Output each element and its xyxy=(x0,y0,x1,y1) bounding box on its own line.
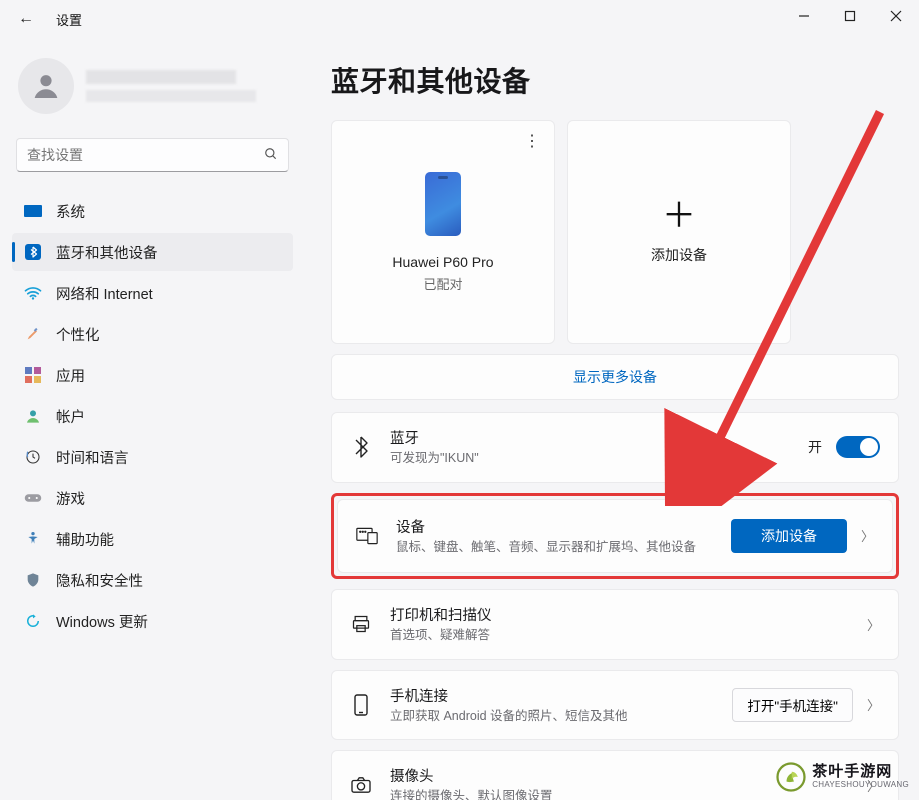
sidebar-item-accessibility[interactable]: 辅助功能 xyxy=(12,520,293,558)
chevron-right-icon: 〉 xyxy=(867,695,880,714)
bluetooth-icon xyxy=(24,243,42,261)
accessibility-icon xyxy=(24,530,42,548)
watermark-en: CHAYESHOUYOUWANG xyxy=(812,781,909,790)
bluetooth-toggle-label: 开 xyxy=(808,437,822,457)
wifi-icon xyxy=(24,284,42,302)
bluetooth-sub: 可发现为"IKUN" xyxy=(390,450,790,468)
device-cards: ⋮ Huawei P60 Pro 已配对 ＋ 添加设备 xyxy=(331,120,899,344)
bluetooth-row[interactable]: 蓝牙 可发现为"IKUN" 开 xyxy=(331,412,899,483)
gamepad-icon xyxy=(24,489,42,507)
plus-icon: ＋ xyxy=(662,199,696,233)
bluetooth-toggle[interactable] xyxy=(836,436,880,458)
search-input[interactable] xyxy=(27,147,264,163)
printers-title: 打印机和扫描仪 xyxy=(390,604,849,625)
device-status: 已配对 xyxy=(423,274,462,293)
sidebar-label: 应用 xyxy=(56,365,85,386)
avatar xyxy=(18,58,74,114)
bluetooth-title: 蓝牙 xyxy=(390,427,790,448)
sidebar-item-time[interactable]: 时间和语言 xyxy=(12,438,293,476)
watermark-logo xyxy=(776,762,806,792)
chevron-right-icon: 〉 xyxy=(861,526,874,545)
devices-icon xyxy=(356,527,378,545)
printers-row[interactable]: 打印机和扫描仪 首选项、疑难解答 〉 xyxy=(331,589,899,660)
sidebar-label: 辅助功能 xyxy=(56,529,114,550)
sidebar: 系统 蓝牙和其他设备 网络和 Internet 个性化 应用 帐户 时间和语言 … xyxy=(0,38,305,800)
more-icon[interactable]: ⋮ xyxy=(524,131,540,151)
apps-icon xyxy=(24,366,42,384)
close-button[interactable] xyxy=(873,0,919,32)
bluetooth-row-icon xyxy=(350,436,372,458)
watermark: 茶叶手游网CHAYESHOUYOUWANG xyxy=(776,762,909,792)
device-name: Huawei P60 Pro xyxy=(392,254,493,270)
sidebar-item-system[interactable]: 系统 xyxy=(12,192,293,230)
add-device-card[interactable]: ＋ 添加设备 xyxy=(567,120,791,344)
camera-icon xyxy=(350,776,372,794)
sidebar-nav: 系统 蓝牙和其他设备 网络和 Internet 个性化 应用 帐户 时间和语言 … xyxy=(12,192,293,640)
sidebar-label: 个性化 xyxy=(56,324,100,345)
watermark-cn: 茶叶手游网 xyxy=(812,764,909,781)
devices-sub: 鼠标、键盘、触笔、音频、显示器和扩展坞、其他设备 xyxy=(396,539,713,557)
sidebar-item-network[interactable]: 网络和 Internet xyxy=(12,274,293,312)
show-more-devices[interactable]: 显示更多设备 xyxy=(331,354,899,400)
update-icon xyxy=(24,612,42,630)
phone-link-row[interactable]: 手机连接 立即获取 Android 设备的照片、短信及其他 打开"手机连接" 〉 xyxy=(331,670,899,741)
phone-link-sub: 立即获取 Android 设备的照片、短信及其他 xyxy=(390,708,714,726)
minimize-button[interactable] xyxy=(781,0,827,32)
highlight-annotation: 设备 鼠标、键盘、触笔、音频、显示器和扩展坞、其他设备 添加设备 〉 xyxy=(331,493,899,580)
sidebar-item-privacy[interactable]: 隐私和安全性 xyxy=(12,561,293,599)
brush-icon xyxy=(24,325,42,343)
sidebar-label: 隐私和安全性 xyxy=(56,570,143,591)
user-profile[interactable] xyxy=(12,50,293,132)
sidebar-label: 帐户 xyxy=(56,406,85,427)
add-device-button[interactable]: 添加设备 xyxy=(731,519,847,553)
back-button[interactable]: ← xyxy=(8,10,44,28)
phone-link-title: 手机连接 xyxy=(390,685,714,706)
sidebar-item-update[interactable]: Windows 更新 xyxy=(12,602,293,640)
phone-icon xyxy=(425,172,461,236)
phone-icon xyxy=(350,694,372,716)
sidebar-item-gaming[interactable]: 游戏 xyxy=(12,479,293,517)
sidebar-label: 游戏 xyxy=(56,488,85,509)
maximize-button[interactable] xyxy=(827,0,873,32)
main-content: 蓝牙和其他设备 ⋮ Huawei P60 Pro 已配对 ＋ 添加设备 显示更多… xyxy=(305,38,919,800)
sidebar-label: 系统 xyxy=(56,201,85,222)
printers-sub: 首选项、疑难解答 xyxy=(390,627,849,645)
profile-text xyxy=(86,70,256,102)
shield-icon xyxy=(24,571,42,589)
sidebar-item-accounts[interactable]: 帐户 xyxy=(12,397,293,435)
page-title: 蓝牙和其他设备 xyxy=(331,60,899,100)
show-more-label: 显示更多设备 xyxy=(573,367,657,387)
paired-device-card[interactable]: ⋮ Huawei P60 Pro 已配对 xyxy=(331,120,555,344)
sidebar-item-bluetooth[interactable]: 蓝牙和其他设备 xyxy=(12,233,293,271)
open-phone-link-button[interactable]: 打开"手机连接" xyxy=(732,688,853,722)
add-device-label: 添加设备 xyxy=(651,245,707,265)
devices-row[interactable]: 设备 鼠标、键盘、触笔、音频、显示器和扩展坞、其他设备 添加设备 〉 xyxy=(337,499,893,574)
sidebar-item-apps[interactable]: 应用 xyxy=(12,356,293,394)
sidebar-label: 网络和 Internet xyxy=(56,283,153,304)
clock-icon xyxy=(24,448,42,466)
sidebar-label: Windows 更新 xyxy=(56,611,148,632)
sidebar-item-personalization[interactable]: 个性化 xyxy=(12,315,293,353)
account-icon xyxy=(24,407,42,425)
window-title: 设置 xyxy=(56,10,82,29)
devices-title: 设备 xyxy=(396,516,713,537)
system-icon xyxy=(24,202,42,220)
sidebar-label: 蓝牙和其他设备 xyxy=(56,242,158,263)
window-controls xyxy=(781,0,919,32)
search-box[interactable] xyxy=(16,138,289,172)
sidebar-label: 时间和语言 xyxy=(56,447,129,468)
printer-icon xyxy=(350,614,372,634)
search-icon xyxy=(264,147,278,164)
chevron-right-icon: 〉 xyxy=(867,615,880,634)
